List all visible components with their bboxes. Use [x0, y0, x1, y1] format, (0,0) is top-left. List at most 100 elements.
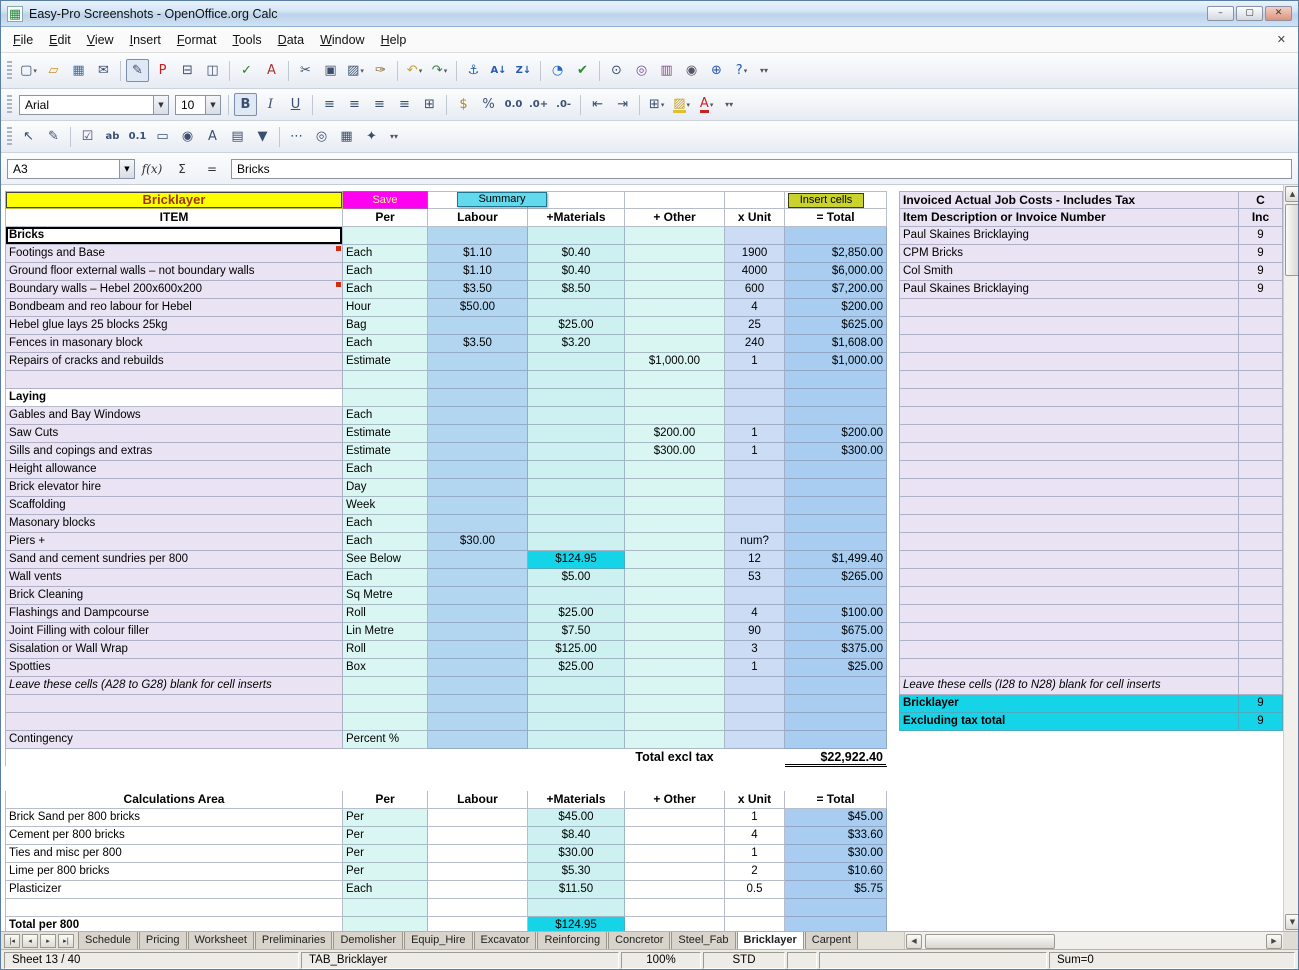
total-cell[interactable]: $100.00 — [785, 605, 887, 623]
other-cell[interactable] — [625, 335, 725, 353]
per-cell[interactable]: Each — [343, 407, 428, 425]
labour-cell[interactable] — [428, 371, 528, 389]
invoice-desc-cell[interactable]: Paul Skaines Bricklaying — [899, 281, 1239, 299]
unit-cell[interactable]: 53 — [725, 569, 785, 587]
item-cell[interactable]: Gables and Bay Windows — [5, 407, 343, 425]
invoice-amount-cell[interactable]: 9 — [1239, 227, 1283, 245]
labour-cell[interactable] — [428, 863, 528, 881]
invoice-desc-cell[interactable]: Excluding tax total — [899, 713, 1239, 731]
invoice-desc-cell[interactable] — [899, 587, 1239, 605]
paste-icon[interactable]: ▨▾ — [344, 59, 367, 82]
per-cell[interactable] — [343, 899, 428, 917]
invoice-desc-cell[interactable] — [899, 317, 1239, 335]
cell[interactable] — [5, 749, 343, 767]
unit-cell[interactable]: 240 — [725, 335, 785, 353]
materials-cell[interactable] — [528, 899, 625, 917]
calc-header-other[interactable]: + Other — [625, 791, 725, 809]
form-navigator-icon[interactable]: ◎ — [310, 125, 333, 148]
other-cell[interactable] — [625, 659, 725, 677]
invoice-desc-cell[interactable] — [899, 533, 1239, 551]
labour-cell[interactable] — [428, 587, 528, 605]
materials-cell[interactable] — [528, 677, 625, 695]
item-cell[interactable]: Scaffolding — [5, 497, 343, 515]
invoice-desc-cell[interactable] — [899, 461, 1239, 479]
navigator-icon[interactable]: ◎ — [630, 59, 653, 82]
align-right-icon[interactable]: ≡ — [368, 93, 391, 116]
tab-reinforcing[interactable]: Reinforcing — [537, 932, 607, 949]
hyperlink-icon[interactable]: ⚓ — [462, 59, 485, 82]
item-cell[interactable]: Spotties — [5, 659, 343, 677]
calc-header-materials[interactable]: +Materials — [528, 791, 625, 809]
menu-insert[interactable]: Insert — [122, 30, 169, 50]
copy-icon[interactable]: ▣ — [319, 59, 342, 82]
invoice-desc-cell[interactable] — [899, 299, 1239, 317]
per-cell[interactable]: Roll — [343, 605, 428, 623]
per-cell[interactable]: Week — [343, 497, 428, 515]
scroll-right-icon[interactable]: ▶ — [1266, 934, 1282, 949]
page-preview-icon[interactable]: ◫ — [201, 59, 224, 82]
labour-cell[interactable]: $3.50 — [428, 281, 528, 299]
save-icon[interactable]: ▦ — [67, 59, 90, 82]
per-cell[interactable]: Each — [343, 881, 428, 899]
unit-cell[interactable]: 1 — [725, 809, 785, 827]
total-cell[interactable]: $265.00 — [785, 569, 887, 587]
invoice-amount-cell[interactable] — [1239, 407, 1283, 425]
invoice-desc-cell[interactable] — [899, 389, 1239, 407]
unit-cell[interactable]: num? — [725, 533, 785, 551]
borders-icon[interactable]: ⊞▾ — [645, 93, 668, 116]
delete-decimal-icon[interactable]: .0- — [552, 93, 575, 116]
materials-cell[interactable] — [528, 353, 625, 371]
item-cell[interactable]: Ground floor external walls – not bounda… — [5, 263, 343, 281]
item-cell[interactable]: Flashings and Dampcourse — [5, 605, 343, 623]
per-cell[interactable]: Bag — [343, 317, 428, 335]
unit-cell[interactable]: 12 — [725, 551, 785, 569]
materials-cell[interactable]: $11.50 — [528, 881, 625, 899]
function-wizard-button[interactable]: f(x) — [139, 159, 165, 179]
invoice-desc-cell[interactable]: CPM Bricks — [899, 245, 1239, 263]
item-cell[interactable] — [5, 899, 343, 917]
horizontal-scroll-thumb[interactable] — [925, 934, 1055, 949]
labour-cell[interactable] — [428, 809, 528, 827]
invoice-amount-cell[interactable] — [1239, 317, 1283, 335]
other-cell[interactable] — [625, 809, 725, 827]
total-cell[interactable]: $300.00 — [785, 443, 887, 461]
toolbar-grip[interactable] — [7, 95, 12, 115]
per-cell[interactable]: Day — [343, 479, 428, 497]
name-box-dropdown-icon[interactable]: ▼ — [119, 160, 134, 178]
invoice-amount-cell[interactable] — [1239, 497, 1283, 515]
materials-cell[interactable]: $25.00 — [528, 317, 625, 335]
invoice-desc-cell[interactable] — [899, 551, 1239, 569]
other-cell[interactable] — [625, 623, 725, 641]
toolbar-overflow-icon[interactable]: ▾▾ — [725, 100, 733, 109]
increase-indent-icon[interactable]: ⇥ — [611, 93, 634, 116]
per-cell[interactable]: Roll — [343, 641, 428, 659]
other-cell[interactable] — [625, 731, 725, 749]
materials-cell[interactable] — [528, 371, 625, 389]
per-cell[interactable]: Box — [343, 659, 428, 677]
invoice-desc-cell[interactable]: Leave these cells (I28 to N28) blank for… — [899, 677, 1239, 695]
summary-button[interactable]: Summary — [457, 192, 547, 207]
other-cell[interactable] — [625, 515, 725, 533]
item-cell[interactable]: Plasticizer — [5, 881, 343, 899]
total-excl-tax-value[interactable]: $22,922.40 — [785, 749, 887, 767]
toolbar-overflow-icon[interactable]: ▾▾ — [760, 66, 768, 75]
item-cell[interactable]: Wall vents — [5, 569, 343, 587]
invoice-partial-subheader-cell[interactable]: Inc — [1239, 209, 1283, 227]
add-decimal-icon[interactable]: .0+ — [527, 93, 550, 116]
email-icon[interactable]: ✉ — [92, 59, 115, 82]
tab-schedule[interactable]: Schedule — [78, 932, 138, 949]
labour-cell[interactable] — [428, 659, 528, 677]
total-cell[interactable] — [785, 497, 887, 515]
total-cell[interactable]: $33.60 — [785, 827, 887, 845]
other-cell[interactable] — [625, 227, 725, 245]
per-cell[interactable]: Each — [343, 281, 428, 299]
list-box-icon[interactable]: ▤ — [226, 125, 249, 148]
status-zoom[interactable]: 100% — [621, 952, 701, 969]
unit-cell[interactable]: 4 — [725, 605, 785, 623]
unit-cell[interactable] — [725, 479, 785, 497]
per-cell[interactable]: Each — [343, 533, 428, 551]
materials-cell[interactable] — [528, 587, 625, 605]
invoice-amount-cell[interactable] — [1239, 443, 1283, 461]
menu-format[interactable]: Format — [169, 30, 225, 50]
item-cell[interactable]: Ties and misc per 800 — [5, 845, 343, 863]
